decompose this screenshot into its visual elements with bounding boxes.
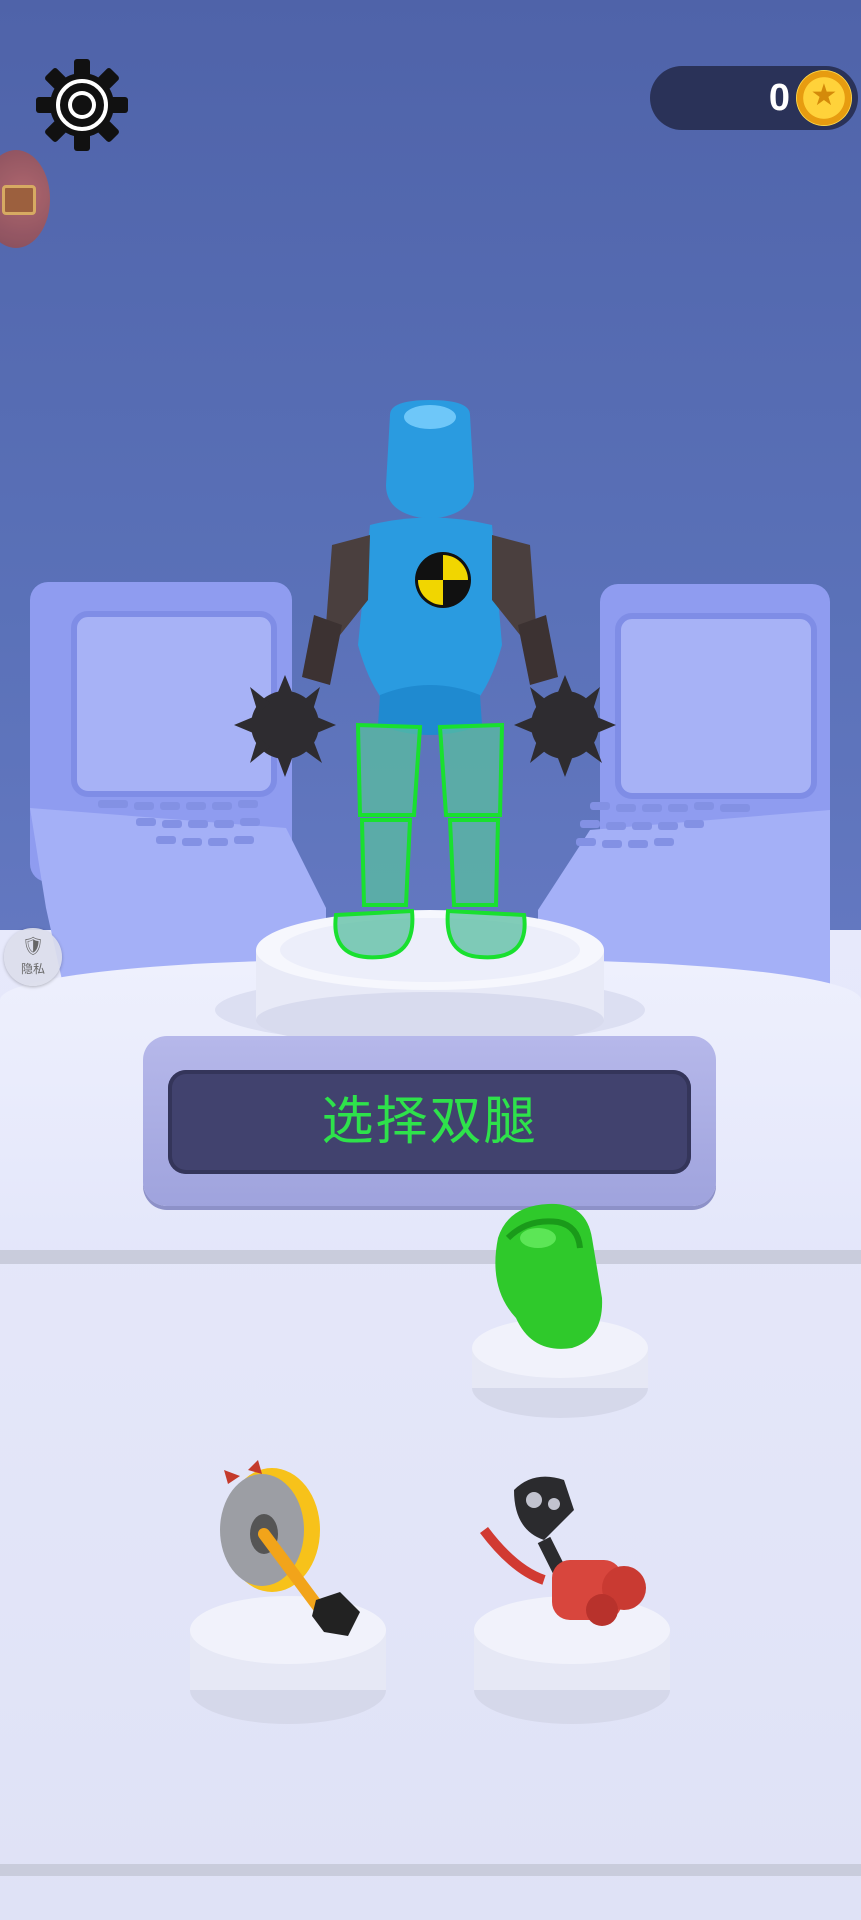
prompt-screen: 选择双腿 xyxy=(168,1070,691,1174)
prompt-text: 选择双腿 xyxy=(321,1092,538,1152)
prompt-panel: 选择双腿 xyxy=(143,1036,716,1206)
robot-figure xyxy=(234,400,616,960)
choice-red-blaster[interactable] xyxy=(474,1470,674,1740)
circular-saw-item xyxy=(190,1460,386,1724)
green-fist-item xyxy=(472,1203,648,1418)
coin-counter: 0 xyxy=(650,66,858,130)
red-blaster-item xyxy=(474,1476,670,1724)
privacy-button[interactable]: 🛡 隐私 xyxy=(4,928,62,986)
choice-green-fist[interactable] xyxy=(468,1198,658,1438)
privacy-label: 隐私 xyxy=(20,962,45,976)
star-coin-icon xyxy=(796,70,852,126)
settings-button[interactable] xyxy=(32,55,132,155)
table-edge xyxy=(0,1250,861,1264)
coin-count: 0 xyxy=(768,77,790,119)
floor-edge xyxy=(0,1864,861,1876)
choice-circular-saw[interactable] xyxy=(188,1460,388,1740)
shield-icon: 🛡 xyxy=(21,936,45,957)
game-scene: 选择双腿 xyxy=(0,0,861,1920)
gear-icon xyxy=(36,59,128,151)
